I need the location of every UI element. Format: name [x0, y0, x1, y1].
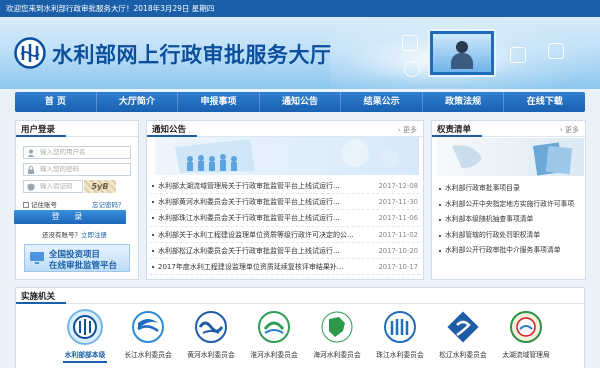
checkbox-icon — [23, 202, 29, 208]
changjiang-emblem-icon — [132, 311, 164, 343]
notice-item[interactable]: 水利部关于水利工程建设监理单位资质等级行政许可决定的公... 2017-11-02 — [150, 227, 420, 243]
rights-item[interactable]: 水利部公开中央指定地方实施行政许可事项 — [435, 197, 585, 213]
notices-title: 通知公告 — [146, 125, 198, 137]
nav-apply-items[interactable]: 申报事项 — [178, 92, 260, 112]
haihe-emblem-icon — [321, 311, 353, 343]
notice-item[interactable]: 水利部珠江水利委员会关于行政审批监管平台上线试运行... 2017-11-06 — [150, 210, 420, 227]
notice-item[interactable]: 水利部松辽水利委员会关于行政审批监管平台上线试运行... 2017-10-20 — [150, 243, 420, 259]
taihu-emblem-icon — [510, 311, 542, 343]
nav-notices[interactable]: 通知公告 — [260, 92, 342, 112]
active-indicator — [63, 361, 107, 363]
notice-item[interactable]: 水利部黄河水利委员会关于行政审批监管平台上线试运行... 2017-11-30 — [150, 194, 420, 211]
notices-illustration — [155, 137, 419, 175]
globe-icon — [404, 61, 420, 77]
agency-taihu[interactable]: 太湖流域管理局 — [493, 305, 559, 359]
rights-title: 权责清单 — [431, 125, 483, 137]
notice-item[interactable]: 水利部太湖流域管理局关于行政审批监管平台上线试运行... 2017-12-08 — [150, 178, 420, 195]
login-title: 用户登录 — [15, 125, 67, 137]
site-title: 水利部网上行政审批服务大厅 — [52, 43, 332, 67]
documents-illustration-icon — [452, 142, 573, 176]
register-link[interactable]: 立即注册 — [81, 231, 107, 239]
rights-more-link[interactable]: › 更多 — [560, 125, 579, 135]
zhujiang-emblem-icon — [384, 311, 416, 343]
user-icon — [27, 149, 35, 157]
document-icon — [402, 35, 418, 51]
username-input[interactable]: 输入您的用户名 — [23, 146, 131, 159]
forgot-password-link[interactable]: 忘记密码？ — [92, 199, 125, 209]
rights-item[interactable]: 水利部本级随机抽查事项清单 — [435, 212, 585, 228]
agencies-title: 实施机关 — [15, 292, 67, 304]
rights-item[interactable]: 水利部行政审批事项目录 — [435, 181, 585, 197]
monitor-icon — [510, 47, 526, 63]
service-screen-illustration — [428, 29, 496, 77]
notices-list: 水利部太湖流域管理局关于行政审批监管平台上线试运行... 2017-12-08 水… — [150, 178, 420, 276]
songliao-emblem-icon — [447, 311, 479, 343]
notices-more-link[interactable]: › 更多 — [398, 125, 417, 135]
agency-songliao[interactable]: 松辽水利委员会 — [430, 305, 496, 359]
ministry-emblem-icon — [67, 309, 103, 345]
ministry-logo-icon — [14, 37, 46, 69]
agency-huanghe[interactable]: 黄河水利委员会 — [178, 305, 244, 359]
nav-home[interactable]: 首 页 — [15, 92, 97, 112]
nav-policies[interactable]: 政策法规 — [423, 92, 505, 112]
nav-hall-intro[interactable]: 大厅简介 — [97, 92, 179, 112]
notice-item[interactable]: 2017年度水利工程建设监理单位资质延续复核评审结果补... 2017-10-17 — [150, 259, 420, 276]
agency-zhujiang[interactable]: 珠江水利委员会 — [367, 305, 433, 359]
login-button[interactable]: 登 录 — [14, 210, 126, 224]
investment-platform-link[interactable]: 全国投资项目 在线审批监管平台 — [24, 244, 130, 272]
crowd-illustration-icon — [175, 139, 399, 173]
main-nav: 首 页 大厅简介 申报事项 通知公告 结果公示 政策法规 在线下载 — [15, 92, 585, 112]
huanghe-emblem-icon — [195, 311, 227, 343]
password-input[interactable]: 输入您的密码 — [23, 163, 131, 176]
agency-huaihe[interactable]: 淮河水利委员会 — [241, 305, 307, 359]
list-icon — [548, 43, 564, 59]
nav-downloads[interactable]: 在线下载 — [504, 92, 585, 112]
welcome-bar: 欢迎您来到水利部行政审批服务大厅！2018年3月29日 星期四 — [0, 0, 600, 17]
register-prompt: 还没有账号？立即注册 — [42, 231, 107, 239]
rights-illustration — [437, 138, 584, 176]
lock-icon — [28, 166, 34, 174]
captcha-image[interactable]: 5yB — [84, 180, 116, 193]
shield-icon — [27, 183, 35, 191]
remember-account-checkbox[interactable]: 记住账号 — [23, 199, 57, 209]
rights-list: 水利部行政审批事项目录 水利部公开中央指定地方实施行政许可事项 水利部本级随机抽… — [435, 178, 585, 259]
monitor-icon — [30, 252, 44, 264]
rights-item[interactable]: 水利部管辖的行政处罚职权清单 — [435, 228, 585, 244]
captcha-input[interactable]: 输入验证码 — [23, 180, 83, 193]
agency-haihe[interactable]: 海河水利委员会 — [304, 305, 370, 359]
huaihe-emblem-icon — [258, 311, 290, 343]
header-banner: 水利部网上行政审批服务大厅 — [0, 17, 600, 89]
nav-results[interactable]: 结果公示 — [341, 92, 423, 112]
agency-changjiang[interactable]: 长江水利委员会 — [115, 305, 181, 359]
rights-item[interactable]: 水利部公开行政审批中介服务事项清单 — [435, 243, 585, 259]
welcome-text: 欢迎您来到水利部行政审批服务大厅！2018年3月29日 星期四 — [6, 4, 215, 13]
agency-ministry[interactable]: 水利部部本级 — [52, 305, 118, 363]
